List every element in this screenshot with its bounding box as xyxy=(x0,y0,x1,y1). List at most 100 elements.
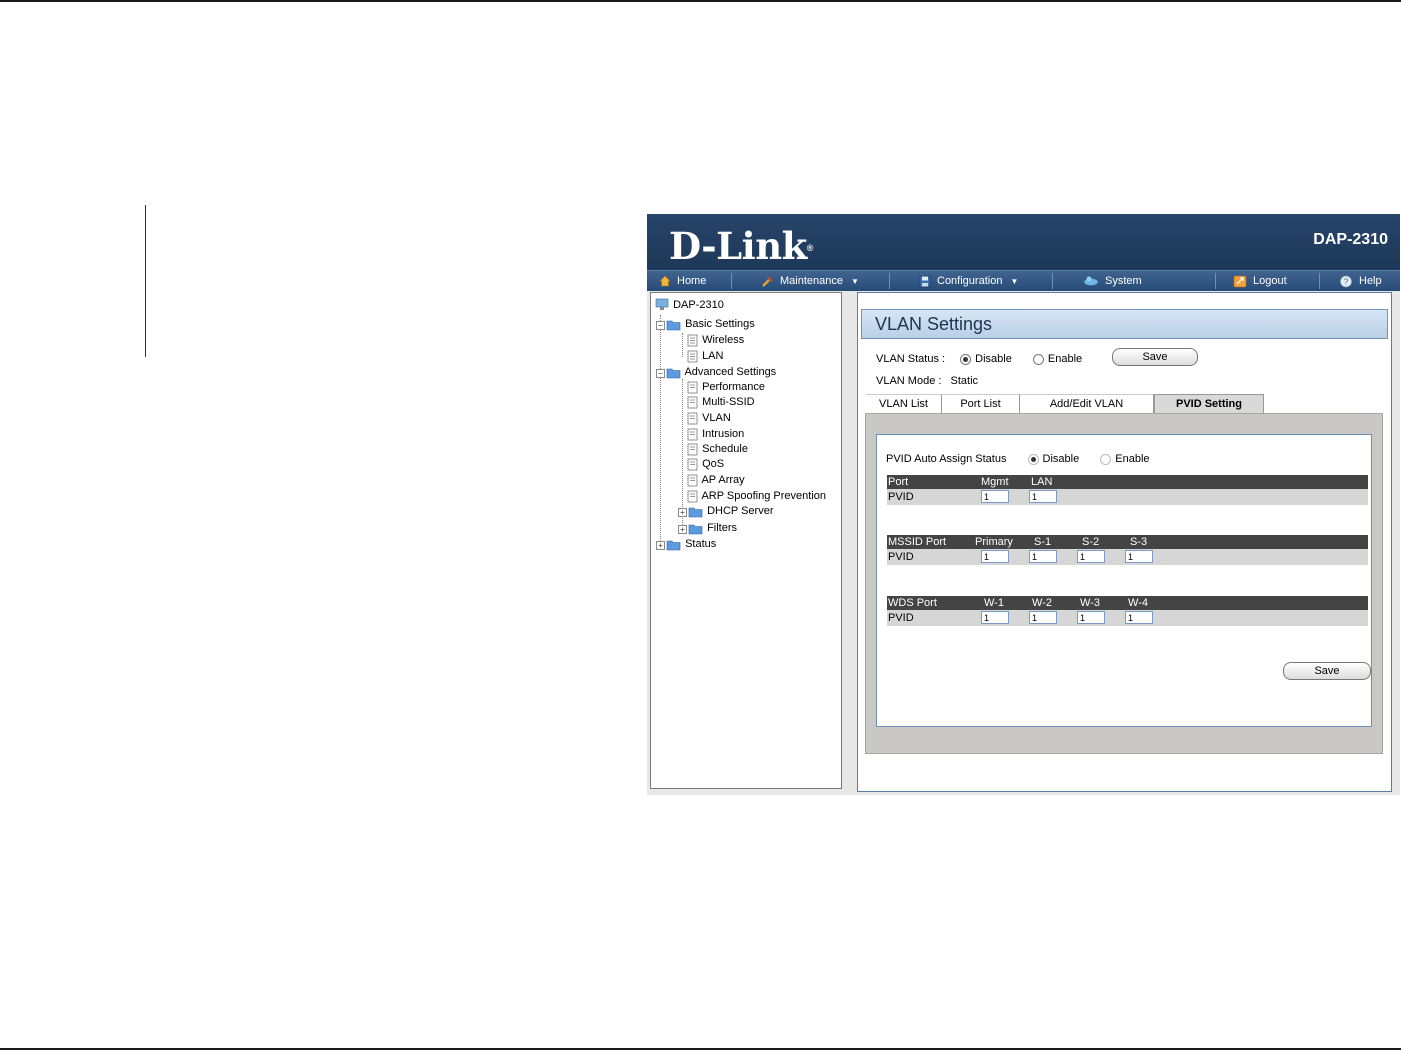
page-icon xyxy=(687,350,698,362)
radio-pvid-disable[interactable] xyxy=(1027,453,1039,465)
tree-connector xyxy=(660,315,661,547)
s2-pvid-input[interactable]: 1 xyxy=(1077,550,1105,563)
page-icon xyxy=(687,458,698,470)
pvid-auto-assign-row: PVID Auto Assign Status Disable Enable xyxy=(886,453,1150,465)
s1-header: S-1 xyxy=(1034,536,1052,548)
menu-system[interactable]: System xyxy=(1083,271,1142,291)
expand-toggle-icon[interactable]: + xyxy=(656,541,665,550)
menu-home[interactable]: Home xyxy=(659,271,706,291)
expand-toggle-icon[interactable]: + xyxy=(678,525,687,534)
radio-disable[interactable] xyxy=(960,353,972,365)
chevron-down-icon: ▼ xyxy=(1010,277,1019,286)
chevron-down-icon: ▼ xyxy=(851,277,859,286)
menu-separator xyxy=(731,273,732,289)
primary-pvid-input[interactable]: 1 xyxy=(981,550,1009,563)
wds-table-header: WDS Port W-1 W-2 W-3 W-4 xyxy=(887,596,1368,610)
s3-header: S-3 xyxy=(1130,536,1148,548)
menu-help[interactable]: ? Help xyxy=(1339,271,1382,291)
save-button-top[interactable]: Save xyxy=(1112,348,1198,366)
page-icon xyxy=(687,334,698,346)
tree-item-qos[interactable]: QoS xyxy=(685,457,724,472)
tools-icon xyxy=(762,275,773,287)
tree-item-wireless[interactable]: Wireless xyxy=(685,333,744,348)
tab-pvid-setting[interactable]: PVID Setting xyxy=(1154,394,1264,414)
disable-label: Disable xyxy=(975,353,1012,365)
pvid-settings-box: PVID Auto Assign Status Disable Enable P… xyxy=(876,434,1372,727)
logout-icon xyxy=(1233,275,1247,287)
folder-icon xyxy=(666,540,681,550)
pvid-auto-enable-option[interactable]: Enable xyxy=(1100,453,1150,465)
tree-item-arp-spoofing[interactable]: ARP Spoofing Prevention xyxy=(685,489,826,504)
tree-item-schedule[interactable]: Schedule xyxy=(685,442,748,457)
tree-item-multi-ssid[interactable]: Multi-SSID xyxy=(685,395,755,410)
vlan-status-separator: : xyxy=(942,353,946,365)
tree-item-ap-array[interactable]: AP Array xyxy=(685,473,745,488)
menu-separator xyxy=(889,273,890,289)
tree-item-intrusion[interactable]: Intrusion xyxy=(685,427,744,442)
tab-panel: PVID Auto Assign Status Disable Enable P… xyxy=(865,413,1383,754)
tree-item-dhcp-server[interactable]: DHCP Server xyxy=(688,504,774,519)
page-icon xyxy=(687,381,698,393)
folder-icon xyxy=(688,524,703,534)
menu-configuration[interactable]: Configuration ▼ xyxy=(919,271,1018,291)
tab-bar: VLAN List Port List Add/Edit VLAN PVID S… xyxy=(866,394,1385,414)
tree-item-basic-settings[interactable]: Basic Settings xyxy=(666,317,755,332)
page-icon xyxy=(687,412,698,424)
w3-header: W-3 xyxy=(1080,597,1100,609)
menu-maintenance[interactable]: Maintenance ▼ xyxy=(761,271,859,291)
pvid-auto-disable-option[interactable]: Disable xyxy=(1027,453,1080,465)
expand-toggle-icon[interactable]: + xyxy=(678,508,687,517)
lan-pvid-input[interactable]: 1 xyxy=(1029,490,1057,503)
w4-pvid-input[interactable]: 1 xyxy=(1125,611,1153,624)
tree-item-root[interactable]: DAP-2310 xyxy=(654,298,724,313)
mgmt-header: Mgmt xyxy=(981,476,1009,488)
vlan-status-enable-option[interactable]: Enable xyxy=(1032,353,1082,365)
s2-header: S-2 xyxy=(1082,536,1100,548)
port-table-header: Port Mgmt LAN xyxy=(887,475,1368,489)
panel-header: VLAN Settings xyxy=(861,309,1388,339)
collapse-toggle-icon[interactable]: − xyxy=(656,321,665,330)
w3-pvid-input[interactable]: 1 xyxy=(1077,611,1105,624)
tab-port-list[interactable]: Port List xyxy=(942,394,1020,414)
s3-pvid-input[interactable]: 1 xyxy=(1125,550,1153,563)
vlan-mode-row: VLAN Mode : Static xyxy=(876,375,978,387)
folder-icon xyxy=(688,507,703,517)
radio-enable[interactable] xyxy=(1032,353,1044,365)
tab-vlan-list[interactable]: VLAN List xyxy=(866,394,942,414)
tree-item-advanced-settings[interactable]: Advanced Settings xyxy=(666,365,776,380)
mgmt-pvid-input[interactable]: 1 xyxy=(981,490,1009,503)
page-icon xyxy=(687,396,698,408)
save-button[interactable]: Save xyxy=(1283,662,1371,680)
tab-add-edit-vlan[interactable]: Add/Edit VLAN xyxy=(1020,394,1154,414)
save-disk-icon xyxy=(919,275,931,287)
w1-header: W-1 xyxy=(984,597,1004,609)
w1-pvid-input[interactable]: 1 xyxy=(981,611,1009,624)
tree-item-vlan[interactable]: VLAN xyxy=(685,411,731,426)
tree-item-lan[interactable]: LAN xyxy=(685,349,723,364)
navigation-tree: DAP-2310 − Basic Settings Wireless LAN −… xyxy=(650,292,842,789)
w2-header: W-2 xyxy=(1032,597,1052,609)
menu-separator xyxy=(1319,273,1320,289)
w2-pvid-input[interactable]: 1 xyxy=(1029,611,1057,624)
tree-connector xyxy=(682,333,683,357)
page-icon xyxy=(687,428,698,440)
tree-connector xyxy=(682,379,683,525)
s1-pvid-input[interactable]: 1 xyxy=(1029,550,1057,563)
tree-item-filters[interactable]: Filters xyxy=(688,521,737,536)
menu-logout[interactable]: Logout xyxy=(1233,271,1287,291)
radio-pvid-enable[interactable] xyxy=(1100,453,1112,465)
tree-item-status[interactable]: Status xyxy=(666,537,716,552)
port-table-row: PVID 1 1 xyxy=(887,489,1368,505)
tree-item-performance[interactable]: Performance xyxy=(685,380,765,395)
pvid-row-label: PVID xyxy=(888,551,914,563)
port-header: Port xyxy=(888,476,909,488)
vlan-status-disable-option[interactable]: Disable xyxy=(960,353,1012,365)
collapse-toggle-icon[interactable]: − xyxy=(656,369,665,378)
main-content: VLAN Settings VLAN Status : Disable Enab… xyxy=(857,292,1392,792)
bottom-rule xyxy=(0,1048,1401,1050)
pvid-disable-label: Disable xyxy=(1042,453,1080,465)
brand-logo: D-Link® xyxy=(669,224,813,268)
vlan-mode-label: VLAN Mode xyxy=(876,375,936,387)
folder-open-icon xyxy=(666,368,681,378)
vlan-mode-value: Static xyxy=(950,375,979,387)
